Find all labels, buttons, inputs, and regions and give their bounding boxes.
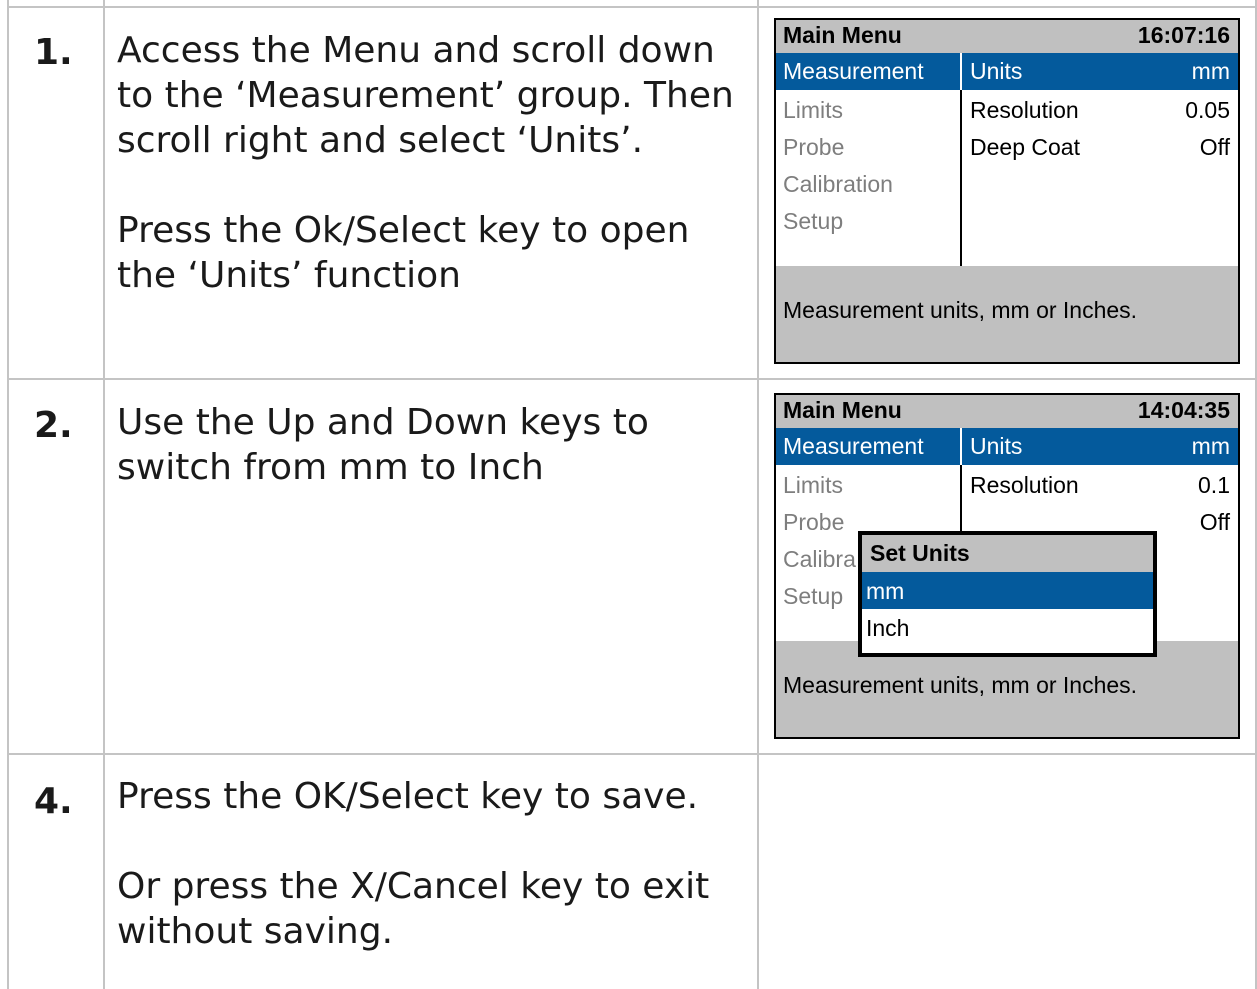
screen-title-bar: Main Menu 14:04:35 bbox=[776, 395, 1238, 428]
option-label: mm bbox=[866, 578, 905, 604]
menu-divider bbox=[960, 90, 962, 266]
screen-title: Main Menu bbox=[783, 397, 902, 423]
screen-help-bar: Measurement units, mm or Inches. bbox=[776, 266, 1238, 362]
step-text: Access the Menu and scroll down to the ‘… bbox=[117, 30, 734, 161]
table-row-divider-1 bbox=[7, 378, 1257, 380]
menu-group-measurement[interactable]: Measurement bbox=[783, 433, 924, 460]
menu-group-probe[interactable]: Probe bbox=[783, 134, 844, 161]
step-number: 1. bbox=[34, 32, 73, 73]
menu-item-units[interactable]: Units bbox=[970, 58, 1022, 85]
step-instructions: Use the Up and Down keys to switch from … bbox=[117, 400, 757, 490]
option-label: Inch bbox=[866, 615, 910, 641]
menu-group-limits[interactable]: Limits bbox=[783, 472, 843, 499]
menu-row-selected[interactable]: Measurement Units mm bbox=[776, 53, 1238, 90]
menu-group-measurement[interactable]: Measurement bbox=[783, 58, 924, 85]
menu-group-calibration[interactable]: Calibration bbox=[783, 171, 893, 198]
menu-item-resolution[interactable]: Resolution bbox=[970, 472, 1079, 499]
menu-item-value: 0.1 bbox=[1198, 472, 1230, 498]
table-column-divider-1 bbox=[103, 0, 105, 989]
menu-item-units[interactable]: Units bbox=[970, 433, 1022, 460]
menu-divider bbox=[960, 428, 962, 465]
menu-item-deep-coat[interactable]: Deep Coat bbox=[970, 134, 1080, 161]
step-instructions: Access the Menu and scroll down to the ‘… bbox=[117, 28, 757, 298]
step-number: 4. bbox=[34, 781, 73, 822]
device-screen: Main Menu 16:07:16 Measurement Units mm … bbox=[774, 18, 1240, 364]
set-units-dialog: Set Units mm Inch bbox=[858, 531, 1157, 657]
dialog-title: Set Units bbox=[870, 540, 970, 566]
menu-item-resolution[interactable]: Resolution bbox=[970, 97, 1079, 124]
menu-item-value: mm bbox=[1191, 433, 1230, 459]
menu-item-value: mm bbox=[1191, 58, 1230, 84]
screen-clock: 16:07:16 bbox=[1137, 22, 1230, 48]
dialog-title-bar: Set Units bbox=[862, 535, 1153, 572]
menu-group-setup[interactable]: Setup bbox=[783, 583, 843, 610]
step-text: Use the Up and Down keys to switch from … bbox=[117, 402, 649, 488]
menu-divider bbox=[960, 53, 962, 90]
step-number: 2. bbox=[34, 405, 73, 446]
device-screen: Main Menu 14:04:35 Measurement Units mm … bbox=[774, 393, 1240, 739]
menu-item-value: Off bbox=[1199, 509, 1230, 535]
menu-group-calibration[interactable]: Calibra bbox=[783, 546, 856, 573]
menu-group-limits[interactable]: Limits bbox=[783, 97, 843, 124]
step-text: Or press the X/Cancel key to exit withou… bbox=[117, 866, 710, 952]
screen-title: Main Menu bbox=[783, 22, 902, 48]
step-text: Press the Ok/Select key to open the ‘Uni… bbox=[117, 210, 690, 296]
menu-item-value: Off bbox=[1199, 134, 1230, 160]
help-text: Measurement units, mm or Inches. bbox=[783, 672, 1138, 698]
table-column-divider-2 bbox=[757, 0, 759, 989]
screen-title-bar: Main Menu 16:07:16 bbox=[776, 20, 1238, 53]
step-instructions: Press the OK/Select key to save. Or pres… bbox=[117, 774, 757, 954]
step-text: Press the OK/Select key to save. bbox=[117, 776, 699, 817]
unit-option-mm[interactable]: mm bbox=[862, 572, 1153, 609]
table-border-left bbox=[7, 0, 9, 989]
menu-row-selected[interactable]: Measurement Units mm bbox=[776, 428, 1238, 465]
screen-clock: 14:04:35 bbox=[1137, 397, 1230, 423]
table-row-divider-2 bbox=[7, 753, 1257, 755]
menu-group-setup[interactable]: Setup bbox=[783, 208, 843, 235]
menu-group-probe[interactable]: Probe bbox=[783, 509, 844, 536]
table-border-top bbox=[7, 6, 1257, 8]
unit-option-inch[interactable]: Inch bbox=[862, 609, 1153, 646]
menu-item-value: 0.05 bbox=[1185, 97, 1230, 123]
help-text: Measurement units, mm or Inches. bbox=[783, 297, 1138, 323]
